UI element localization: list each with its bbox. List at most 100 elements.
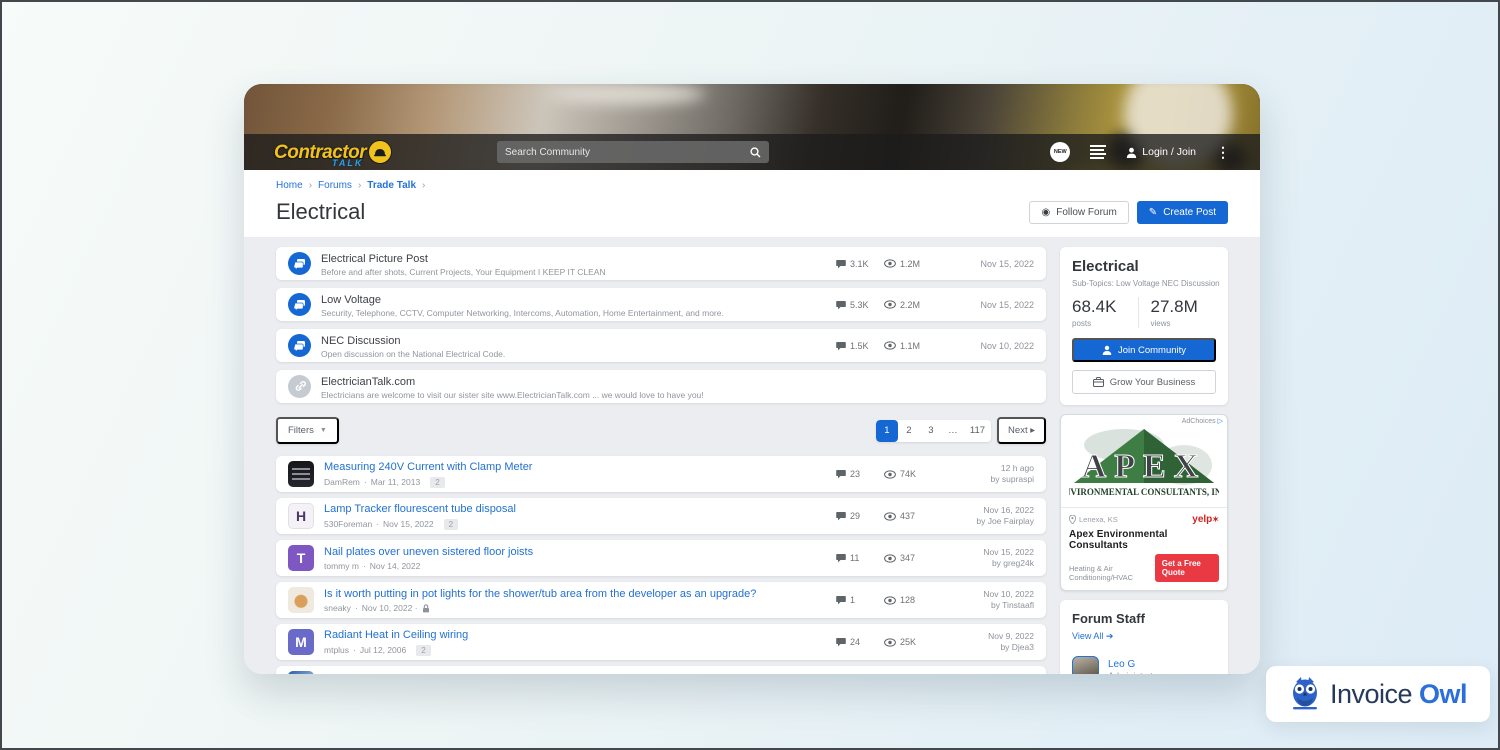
thread-author[interactable]: sneaky [324,603,351,613]
thread-author[interactable]: tommy m [324,561,359,571]
thread-last-activity: Nov 10, 2022 by Tinstaafl [942,589,1034,612]
section-title[interactable]: NEC Discussion [321,335,400,347]
forum-section-row[interactable]: ElectricianTalk.com Electricians are wel… [276,370,1046,403]
site-logo[interactable]: Contractor TALK [274,140,409,164]
ad-category: Heating & Air Conditioning/HVAC [1069,564,1155,582]
filters-button[interactable]: Filters ▼ [276,417,339,444]
forum-section-icon [288,375,311,398]
breadcrumb-home[interactable]: Home [276,180,303,191]
breadcrumb-forums[interactable]: Forums [318,180,352,191]
page-button-last[interactable]: 117 [964,420,991,442]
replies-icon [836,259,846,269]
forum-section-row[interactable]: NEC Discussion Open discussion on the Na… [276,329,1046,362]
grow-business-button[interactable]: Grow Your Business [1072,370,1216,394]
staff-list: Leo G Administrator Tinstaafl [1072,656,1216,674]
adchoices-label[interactable]: AdChoices▷ [1061,415,1227,425]
thread-views: 74K [884,469,942,479]
section-title[interactable]: Electrical Picture Post [321,253,428,265]
user-icon [1126,147,1137,158]
new-badge[interactable]: NEW [1050,142,1070,162]
thread-views: 347 [884,553,942,563]
section-title[interactable]: Low Voltage [321,294,381,306]
thread-row[interactable]: M Radiant Heat in Ceiling wiring mtplus … [276,624,1046,660]
replies-icon [836,511,846,521]
location-pin-icon [1069,515,1076,524]
page-button-1[interactable]: 1 [876,420,898,442]
forum-section-icon [288,293,311,316]
replies-icon [836,595,846,605]
forum-section-row[interactable]: Low Voltage Security, Telephone, CCTV, C… [276,288,1046,321]
page-button-3[interactable]: 3 [920,420,942,442]
thread-author[interactable]: DamRem [324,477,360,487]
forum-list-icon[interactable] [1090,145,1106,159]
forum-subtopics: Sub-Topics: Low Voltage NEC Discussion [1072,279,1216,288]
section-views: 2.2M [884,300,942,310]
replies-icon [836,469,846,479]
page-button-2[interactable]: 2 [898,420,920,442]
thread-author[interactable]: 530Foreman [324,519,372,529]
ad-business-name[interactable]: Apex Environmental Consultants [1069,529,1219,551]
forum-section-icon [288,334,311,357]
watermark-owl: Owl [1419,679,1467,709]
staff-avatar[interactable] [1072,656,1099,674]
thread-title-link[interactable]: Lamp Tracker flourescent tube disposal [324,502,836,517]
thread-author-avatar[interactable]: M [288,629,314,655]
thread-date: Jul 12, 2006 [360,645,406,655]
staff-member-row[interactable]: Leo G Administrator [1072,656,1216,674]
login-join-button[interactable]: Login / Join [1126,146,1196,158]
search-icon[interactable] [750,147,761,158]
thread-page-badge[interactable]: 2 [416,645,430,656]
thread-author-avatar[interactable]: T [288,545,314,571]
thread-row[interactable]: H Lamp Tracker flourescent tube disposal… [276,498,1046,534]
get-quote-button[interactable]: Get a Free Quote [1155,554,1219,582]
views-icon [884,300,896,309]
thread-last-poster[interactable]: by Joe Fairplay [976,516,1034,526]
thread-page-badge[interactable]: 2 [430,477,444,488]
thread-author-avatar[interactable] [288,587,314,613]
thread-author-avatar[interactable] [288,671,314,674]
thread-last-poster[interactable]: by greg24k [992,558,1034,568]
section-last-date: Nov 15, 2022 [942,259,1034,269]
forum-section-row[interactable]: Electrical Picture Post Before and after… [276,247,1046,280]
thread-row[interactable]: Measuring 240V Current with Clamp Meter … [276,456,1046,492]
thread-row[interactable]: Is it worth putting in pot lights for th… [276,582,1046,618]
page-title: Electrical [276,199,365,225]
thread-row[interactable]: Old switch · 4 [276,666,1046,674]
thread-title-link[interactable]: Radiant Heat in Ceiling wiring [324,628,836,643]
thread-author-avatar[interactable] [288,461,314,487]
advertisement[interactable]: AdChoices▷ APEX ENVIRONMENTAL CONSULTANT… [1060,414,1228,591]
replies-icon [836,341,846,351]
next-page-button[interactable]: Next ▸ [997,417,1046,444]
thread-byline: 530Foreman · Nov 15, 2022 2 [324,519,836,530]
forum-section-list: Electrical Picture Post Before and after… [276,247,1046,403]
thread-last-poster[interactable]: by supraspi [991,474,1034,484]
thread-page-badge[interactable]: 2 [444,519,458,530]
thread-title-link[interactable]: Nail plates over uneven sistered floor j… [324,545,836,560]
section-views: 1.1M [884,341,942,351]
search-input[interactable] [505,147,750,158]
svg-text:APEX: APEX [1082,448,1207,485]
create-post-button[interactable]: ✎ Create Post [1137,201,1228,224]
follow-forum-button[interactable]: ◉ Follow Forum [1029,201,1128,224]
thread-last-poster[interactable]: by Djea3 [1000,642,1034,652]
join-community-button[interactable]: Join Community [1072,338,1216,362]
search-bar[interactable] [497,141,769,163]
staff-name[interactable]: Leo G [1108,659,1161,670]
thread-byline: tommy m · Nov 14, 2022 [324,561,836,571]
thread-row[interactable]: T Nail plates over uneven sistered floor… [276,540,1046,576]
view-all-link[interactable]: View All ➔ [1072,631,1113,642]
section-replies: 1.5K [836,341,884,351]
breadcrumb-trade-talk[interactable]: Trade Talk [367,180,416,191]
thread-title-link[interactable]: Measuring 240V Current with Clamp Meter [324,460,836,475]
views-icon [884,596,896,605]
thread-author[interactable]: mtplus [324,645,349,655]
thread-last-poster[interactable]: by Tinstaafl [991,600,1034,610]
thread-author-avatar[interactable]: H [288,503,314,529]
section-title[interactable]: ElectricianTalk.com [321,376,415,388]
views-icon [884,259,896,268]
nav-bar: Contractor TALK NEW Login / Join ⋮ [244,134,1260,170]
invoice-owl-watermark: Invoice Owl [1266,666,1490,722]
thread-title-link[interactable]: Is it worth putting in pot lights for th… [324,587,836,602]
hardhat-icon [368,140,392,164]
kebab-menu-icon[interactable]: ⋮ [1216,146,1230,159]
